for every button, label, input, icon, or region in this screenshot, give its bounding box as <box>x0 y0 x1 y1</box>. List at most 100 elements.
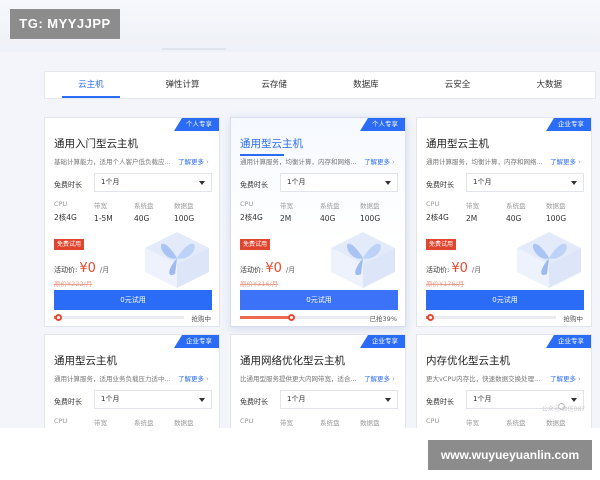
spec-value: 2核4G <box>54 213 77 222</box>
cube-illustration <box>331 232 395 288</box>
duration-select[interactable]: 1个月 <box>280 390 398 409</box>
tab-cloud-storage[interactable]: 云存储 <box>228 72 320 98</box>
dropdown-caret-icon <box>571 181 577 185</box>
spec-data-disk: 数据盘 <box>546 417 586 427</box>
spec-cpu: CPU <box>54 417 94 425</box>
learn-more-label: 了解更多 <box>178 375 204 383</box>
spec-value: 2M <box>466 214 478 223</box>
progress-bar <box>240 314 370 321</box>
watermark: 公众号·合信087 <box>541 406 585 413</box>
learn-more-label: 了解更多 <box>550 375 576 383</box>
spec-key: 带宽 <box>94 202 107 210</box>
card-description: 通用计算服务，均衡计算，内存和网络... <box>240 158 357 166</box>
price-unit: /月 <box>99 266 110 274</box>
product-card: 企业专享 通用型云主机 通用计算服务，均衡计算，内存和网络... 了解更多 › 免… <box>416 117 592 327</box>
progress-bar <box>54 314 184 321</box>
price-row: 活动价: ¥0/月 <box>54 257 109 277</box>
spec-key: 数据盘 <box>546 419 566 427</box>
learn-more-link[interactable]: 了解更多 › <box>178 156 209 166</box>
spec-key: 带宽 <box>466 419 479 427</box>
learn-more-link[interactable]: 了解更多 › <box>550 156 581 166</box>
dropdown-caret-icon <box>199 398 205 402</box>
progress-bar <box>426 314 556 321</box>
spec-cpu: CPU 2核4G <box>426 200 466 223</box>
learn-more-label: 了解更多 <box>364 158 390 166</box>
spec-data-disk: 数据盘 <box>360 417 400 427</box>
price-unit: /月 <box>471 266 482 274</box>
card-title: 通用型云主机 <box>240 138 303 156</box>
divider <box>162 48 226 50</box>
duration-select[interactable]: 1个月 <box>466 173 584 192</box>
spec-data-disk: 数据盘 <box>174 417 214 427</box>
spec-key: CPU <box>54 200 68 208</box>
price-value: ¥0 <box>451 261 468 276</box>
card-description: 更大vCPU内存比，快速数据交换处理... <box>426 375 541 383</box>
chevron-right-icon: › <box>206 158 209 166</box>
free-trial-badge: 免费试用 <box>240 239 271 250</box>
card-description: 通用计算服务，适用业务负载压力适中... <box>54 375 171 383</box>
duration-value: 1个月 <box>287 178 306 186</box>
duration-value: 1个月 <box>101 178 120 186</box>
product-card: 企业专享 通用网络优化型云主机 比通用型服务提供更大内网带宽，适合... 了解更… <box>230 334 406 428</box>
chevron-right-icon: › <box>392 158 395 166</box>
spec-system-disk: 系统盘 <box>134 417 174 427</box>
spec-system-disk: 系统盘 <box>320 417 360 427</box>
screenshot-area: TG: MYYJJPP 云主机 弹性计算 云存储 数据库 云安全 大数据 个人专… <box>0 0 600 428</box>
learn-more-link[interactable]: 了解更多 › <box>364 373 395 383</box>
spec-key: 系统盘 <box>134 202 154 210</box>
tab-database[interactable]: 数据库 <box>320 72 412 98</box>
duration-label: 免费时长 <box>54 398 82 406</box>
spec-cpu: CPU 2核4G <box>240 200 280 223</box>
spec-key: CPU <box>54 417 68 425</box>
card-description: 通用计算服务，均衡计算，内存和网络... <box>426 158 543 166</box>
trial-button[interactable]: 0元试用 <box>240 290 398 310</box>
product-card: 企业专享 通用型云主机 通用计算服务，适用业务负载压力适中... 了解更多 › 免… <box>44 334 220 428</box>
card-description: 基础计算能力，适用个人客户低负载应... <box>54 158 171 166</box>
original-price: 原价¥176/月 <box>426 280 465 288</box>
spec-bandwidth: 带宽 <box>466 417 506 427</box>
spec-cpu: CPU <box>426 417 466 425</box>
spec-cpu: CPU 2核4G <box>54 200 94 223</box>
spec-key: 系统盘 <box>320 202 340 210</box>
progress-knob <box>54 314 62 321</box>
spec-cpu: CPU <box>240 417 280 425</box>
original-price: 原价¥316/月 <box>240 280 279 288</box>
spec-key: 数据盘 <box>360 202 380 210</box>
chevron-right-icon: › <box>578 158 581 166</box>
duration-select[interactable]: 1个月 <box>280 173 398 192</box>
price-value: ¥0 <box>265 261 282 276</box>
spec-value: 2核4G <box>240 213 263 222</box>
tab-elastic-compute[interactable]: 弹性计算 <box>137 72 229 98</box>
spec-bandwidth: 带宽 <box>94 417 134 427</box>
spec-key: CPU <box>426 417 440 425</box>
cube-illustration <box>517 232 581 288</box>
chevron-right-icon: › <box>578 375 581 383</box>
dropdown-caret-icon <box>385 181 391 185</box>
tab-cloud-host[interactable]: 云主机 <box>45 72 137 98</box>
learn-more-link[interactable]: 了解更多 › <box>178 373 209 383</box>
learn-more-link[interactable]: 了解更多 › <box>550 373 581 383</box>
price-row: 活动价: ¥0/月 <box>240 257 295 277</box>
spec-bandwidth: 带宽 <box>280 417 320 427</box>
ribbon-badge: 企业专享 <box>546 335 591 348</box>
product-card-highlighted: 个人专享 通用型云主机 通用计算服务，均衡计算，内存和网络... 了解更多 › 免… <box>230 117 406 327</box>
trial-button[interactable]: 0元试用 <box>54 290 212 310</box>
chevron-right-icon: › <box>392 375 395 383</box>
tab-cloud-security[interactable]: 云安全 <box>412 72 504 98</box>
spec-bandwidth: 带宽 1-5M <box>94 200 134 223</box>
duration-select[interactable]: 1个月 <box>94 173 212 192</box>
duration-select[interactable]: 1个月 <box>94 390 212 409</box>
ribbon-badge: 企业专享 <box>360 335 405 348</box>
tab-big-data[interactable]: 大数据 <box>503 72 595 98</box>
duration-label: 免费时长 <box>240 181 268 189</box>
source-stamp: TG: MYYJJPP <box>10 9 120 39</box>
product-tabs: 云主机 弹性计算 云存储 数据库 云安全 大数据 <box>44 71 596 99</box>
spec-key: CPU <box>240 417 254 425</box>
trial-button[interactable]: 0元试用 <box>426 290 584 310</box>
learn-more-link[interactable]: 了解更多 › <box>364 156 395 166</box>
duration-value: 1个月 <box>473 178 492 186</box>
spec-key: 带宽 <box>94 419 107 427</box>
duration-label: 免费时长 <box>426 181 454 189</box>
spec-value: 2M <box>280 214 292 223</box>
duration-label: 免费时长 <box>54 181 82 189</box>
